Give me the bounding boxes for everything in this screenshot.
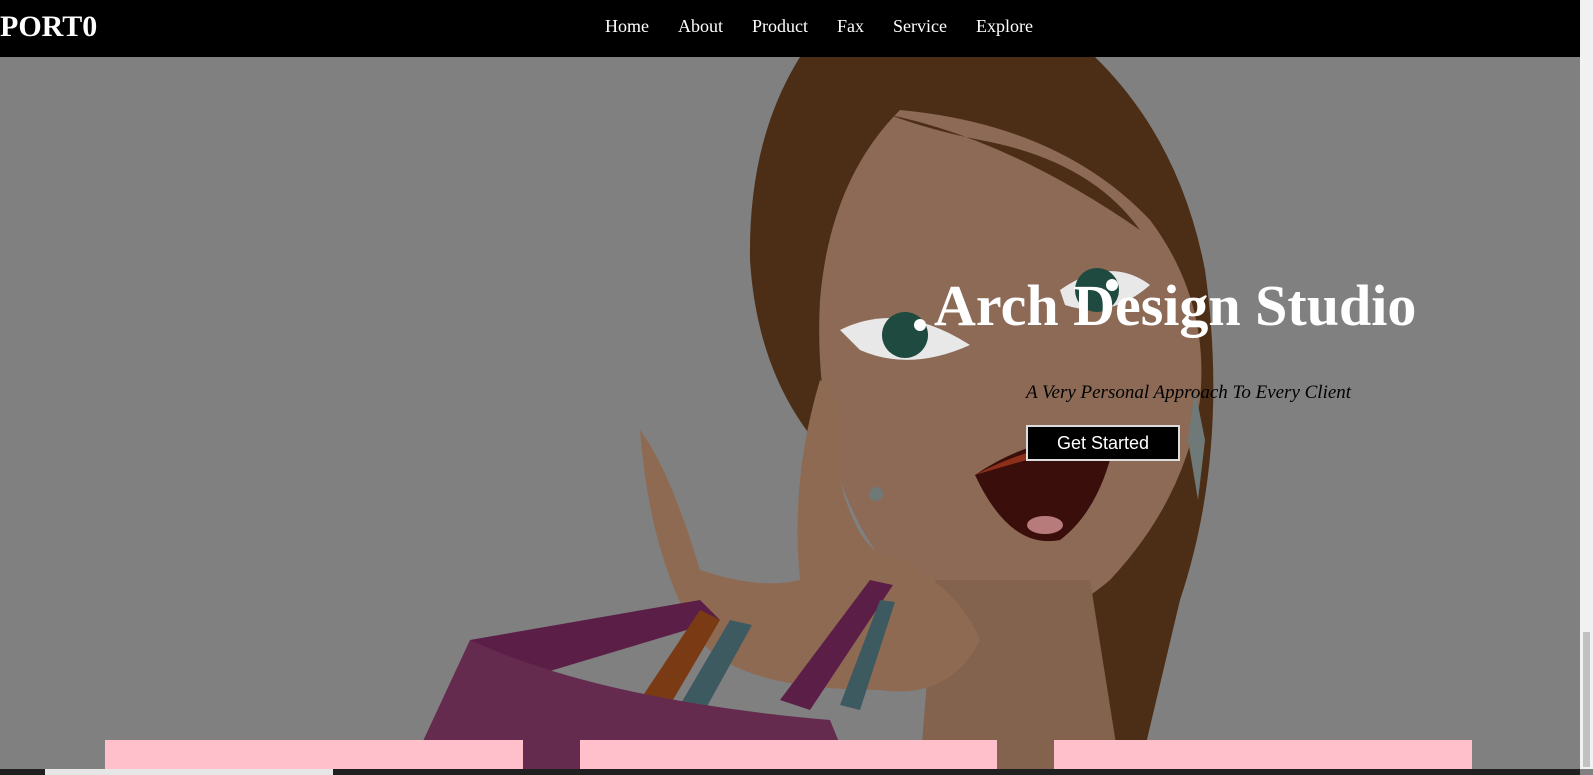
nav-item-home[interactable]: Home (605, 16, 649, 36)
main-nav: Home About Product Fax Service Explore (605, 16, 1062, 36)
nav-item-about[interactable]: About (678, 16, 723, 36)
hero-title: Arch Design Studio (934, 273, 1417, 338)
nav-item-product[interactable]: Product (752, 16, 808, 36)
hero-section: Arch Design Studio A Very Personal Appro… (0, 57, 1580, 769)
get-started-button[interactable]: Get Started (1026, 425, 1180, 461)
nav-item-service[interactable]: Service (893, 16, 947, 36)
top-navbar: PORT0 Home About Product Fax Service Exp… (0, 0, 1580, 57)
vertical-scrollbar[interactable] (1580, 0, 1593, 769)
horizontal-scrollbar-thumb[interactable] (45, 769, 333, 775)
nav-item-fax[interactable]: Fax (837, 16, 864, 36)
vertical-scrollbar-thumb[interactable] (1583, 632, 1590, 767)
hero-tagline: A Very Personal Approach To Every Client (1026, 382, 1352, 403)
horizontal-scrollbar[interactable] (0, 769, 1580, 775)
hero-illustration (410, 57, 1214, 769)
nav-item-explore[interactable]: Explore (976, 16, 1033, 36)
brand-logo[interactable]: PORT0 (0, 10, 97, 44)
